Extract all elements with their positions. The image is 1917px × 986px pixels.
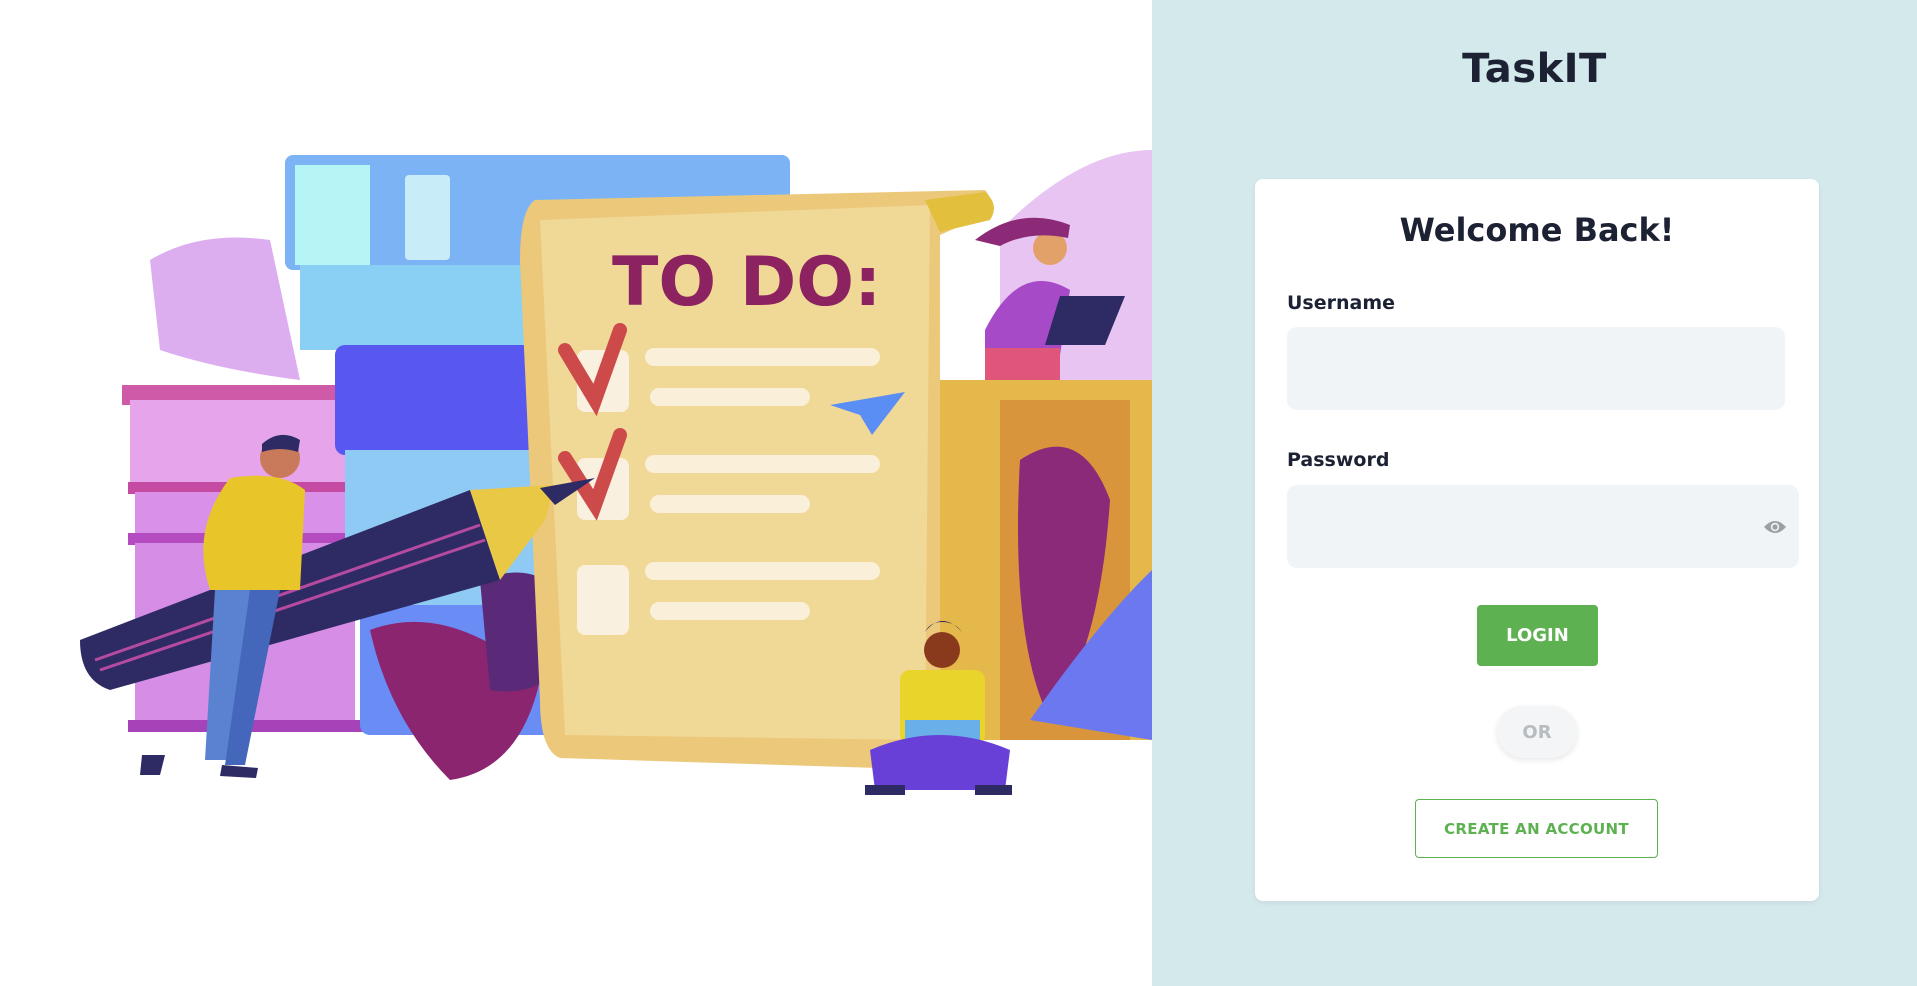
create-account-button[interactable]: CREATE AN ACCOUNT	[1415, 799, 1658, 858]
login-card: Welcome Back! Username Password LOGIN OR…	[1255, 179, 1819, 901]
login-panel: TaskIT Welcome Back! Username Password L…	[1152, 0, 1917, 986]
username-input[interactable]	[1287, 327, 1785, 410]
eye-icon[interactable]	[1760, 512, 1790, 542]
password-label: Password	[1287, 449, 1390, 471]
login-button[interactable]: LOGIN	[1477, 605, 1598, 666]
username-label: Username	[1287, 292, 1396, 314]
or-divider: OR	[1497, 706, 1577, 758]
todo-illustration: TO DO:	[80, 150, 1152, 795]
password-input[interactable]	[1287, 485, 1799, 568]
app-title: TaskIT	[1462, 46, 1607, 92]
todo-heading-text: TO DO:	[612, 243, 881, 322]
card-title: Welcome Back!	[1399, 211, 1675, 249]
hero-illustration-panel: TO DO:	[0, 0, 1152, 986]
